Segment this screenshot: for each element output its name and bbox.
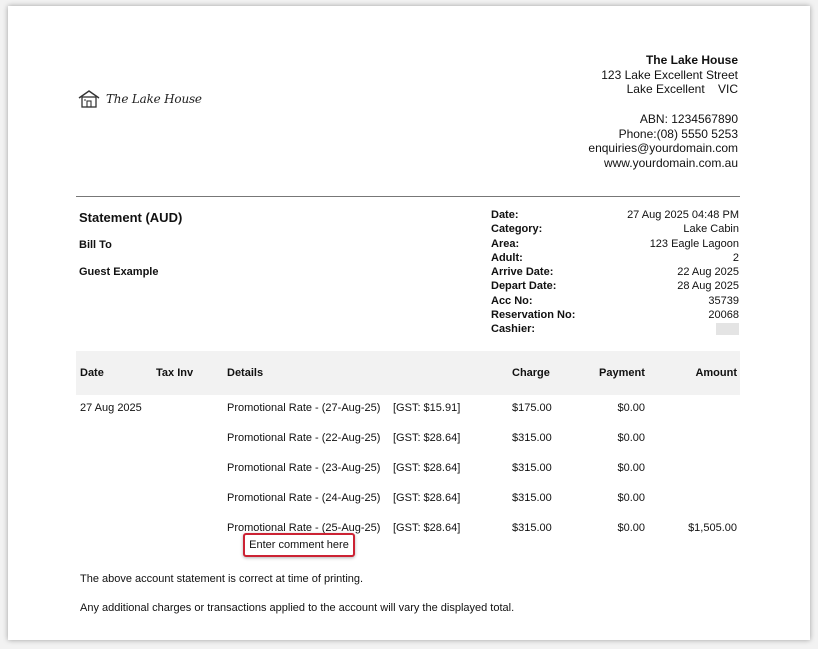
meta-value: 35739 — [708, 294, 739, 307]
company-website: www.yourdomain.com.au — [603, 155, 738, 170]
meta-row-resno: Reservation No: 20068 — [491, 308, 739, 322]
row-details: Promotional Rate - (27-Aug-25) — [227, 402, 381, 414]
row-charge: $315.00 — [512, 462, 552, 474]
meta-row-date: Date: 27 Aug 2025 04:48 PM — [491, 208, 739, 222]
company-email: enquiries@yourdomain.com — [588, 141, 738, 156]
column-header-payment: Payment — [599, 367, 645, 379]
row-details: Promotional Rate - (22-Aug-25) — [227, 432, 381, 444]
row-payment: $0.00 — [617, 402, 645, 414]
row-charge: $315.00 — [512, 522, 552, 534]
row-details: Promotional Rate - (24-Aug-25) — [227, 492, 381, 504]
statement-note: Any additional charges or transactions a… — [80, 602, 515, 614]
meta-row-area: Area: 123 Eagle Lagoon — [491, 237, 739, 251]
meta-row-depart: Depart Date: 28 Aug 2025 — [491, 279, 739, 293]
column-header-amount: Amount — [695, 367, 737, 379]
row-gst: [GST: $28.64] — [393, 522, 461, 534]
meta-label: Acc No: — [491, 294, 533, 307]
meta-label: Date: — [491, 209, 519, 221]
row-gst: [GST: $28.64] — [393, 492, 461, 504]
meta-label: Reservation No: — [491, 309, 576, 322]
meta-row-accno: Acc No: 35739 — [491, 294, 739, 308]
reservation-details: Date: 27 Aug 2025 04:48 PM Category: Lake … — [491, 208, 739, 337]
meta-row-adult: Adult: 2 — [491, 251, 739, 265]
company-abn: ABN: 1234567890 — [639, 112, 738, 126]
company-address: The Lake House 123 Lake Excellent Street… — [601, 53, 738, 97]
row-charge: $315.00 — [512, 432, 552, 444]
row-charge: $315.00 — [512, 492, 552, 504]
column-header-tax-inv: Tax Inv — [156, 367, 194, 379]
meta-row-category: Category: Lake Cabin — [491, 222, 739, 236]
meta-row-arrive: Arrive Date: 22 Aug 2025 — [491, 265, 739, 279]
meta-label: Adult: — [491, 251, 523, 264]
row-payment: $0.00 — [617, 492, 645, 504]
table-header: Date Tax Inv Details Charge Payment Amou… — [76, 351, 740, 395]
meta-label: Area: — [491, 237, 520, 250]
column-header-details: Details — [227, 367, 264, 379]
comment-input[interactable]: Enter comment here — [243, 533, 355, 557]
row-gst: [GST: $28.64] — [393, 432, 461, 444]
cashier-value-redacted — [716, 323, 739, 336]
meta-value: 123 Eagle Lagoon — [649, 237, 739, 250]
row-payment: $0.00 — [617, 462, 645, 474]
company-city: Lake Excellent VIC — [626, 82, 738, 97]
row-amount: $1,505.00 — [688, 522, 737, 534]
company-contact: ABN: 1234567890 Phone:(08) 5550 5253 enq… — [588, 112, 738, 170]
row-date: 27 Aug 2025 — [80, 402, 142, 414]
row-gst: [GST: $28.64] — [393, 462, 461, 474]
meta-value: 20068 — [708, 309, 739, 322]
company-logo: The Lake House — [78, 90, 202, 108]
company-phone: Phone:(08) 5550 5253 — [618, 126, 738, 141]
meta-value: Lake Cabin — [683, 223, 739, 236]
meta-label: Arrive Date: — [491, 266, 554, 279]
column-header-date: Date — [80, 367, 104, 379]
statement-page: The Lake House The Lake House 123 Lake E… — [8, 6, 810, 640]
header-divider — [76, 196, 740, 197]
row-details: Promotional Rate - (23-Aug-25) — [227, 462, 381, 474]
row-charge: $175.00 — [512, 402, 552, 414]
meta-value: 27 Aug 2025 04:48 PM — [627, 209, 739, 221]
company-name: The Lake House — [645, 53, 738, 67]
meta-value: 22 Aug 2025 — [677, 266, 739, 279]
row-payment: $0.00 — [617, 432, 645, 444]
meta-value: 28 Aug 2025 — [677, 280, 739, 293]
meta-label: Category: — [491, 223, 543, 236]
meta-value: 2 — [732, 251, 739, 264]
column-header-charge: Charge — [512, 367, 550, 379]
row-payment: $0.00 — [617, 522, 645, 534]
company-street: 123 Lake Excellent Street — [601, 67, 738, 82]
row-gst: [GST: $15.91] — [393, 402, 461, 414]
statement-note: The above account statement is correct a… — [80, 573, 364, 585]
house-icon — [78, 90, 100, 108]
statement-title: Statement (AUD) — [79, 210, 183, 225]
meta-label: Depart Date: — [491, 280, 557, 293]
bill-to-label: Bill To — [79, 239, 112, 251]
meta-label: Cashier: — [491, 323, 536, 336]
logo-text: The Lake House — [106, 92, 202, 106]
guest-name: Guest Example — [79, 266, 159, 278]
meta-row-cashier: Cashier: — [491, 322, 739, 336]
